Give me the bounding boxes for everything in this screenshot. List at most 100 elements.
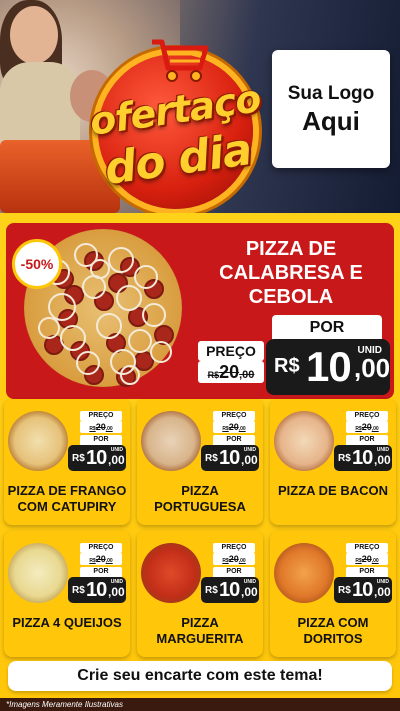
old-price-int: 20 [95, 554, 106, 564]
new-price-int: 10 [86, 447, 107, 469]
new-price: R$ 10,00 UNID [334, 445, 392, 471]
old-price-int: 20 [361, 554, 372, 564]
new-price: R$ 10,00 UNID [334, 577, 392, 603]
pizza-image [8, 543, 68, 603]
old-price-dec: ,00 [105, 558, 113, 564]
old-price: R$20,00 [80, 421, 122, 433]
old-price-int: 20 [228, 422, 239, 432]
product-card-portuguesa[interactable]: PREÇO R$20,00 POR R$ 10,00 UNID PIZZA PORTUGUE… [137, 399, 263, 525]
old-price-int: 20 [219, 362, 240, 382]
new-price-dec: ,00 [374, 453, 391, 467]
new-price-dec: ,00 [108, 453, 125, 467]
old-price: R$20,00 [80, 553, 122, 565]
old-price: R$20,00 [213, 553, 255, 565]
logo-line1: Sua Logo [287, 83, 375, 104]
por-label: POR [346, 435, 388, 445]
new-price-int: 10 [219, 447, 240, 469]
new-price: R$ 10,00 UNID [201, 445, 259, 471]
por-label: POR [213, 435, 255, 445]
featured-old-price: R$20,00 [198, 361, 264, 383]
new-price-dec: ,00 [354, 353, 391, 383]
old-currency: R$ [207, 370, 220, 380]
unit-label: UNID [110, 447, 123, 453]
product-name: PIZZA DE BACON [277, 483, 389, 498]
old-price-int: 20 [228, 554, 239, 564]
por-label: POR [80, 435, 122, 445]
new-currency: R$ [338, 453, 351, 464]
featured-new-price: R$ 10 ,00 UNID [266, 339, 390, 395]
preco-label: PREÇO [80, 411, 122, 421]
old-price: R$20,00 [213, 421, 255, 433]
shopping-cart-icon [152, 39, 209, 82]
por-label: POR [80, 567, 122, 577]
pizza-image [141, 543, 201, 603]
old-price: R$20,00 [346, 421, 388, 433]
new-price-int: 10 [352, 579, 373, 601]
footer-bar: *Imagens Meramente Ilustrativas [0, 698, 400, 711]
product-card-marguerita[interactable]: PREÇO R$20,00 POR R$ 10,00 UNID PIZZA MARGUERI… [137, 531, 263, 657]
pizza-image [8, 411, 68, 471]
product-name: PIZZA PORTUGUESA [154, 483, 246, 514]
por-label: POR [346, 567, 388, 577]
old-price-dec: ,00 [238, 558, 246, 564]
new-price-dec: ,00 [374, 585, 391, 599]
new-price-int: 10 [306, 343, 352, 390]
product-card-frango-catupiry[interactable]: PREÇO R$20,00 POR R$ 10,00 UNID PIZZA DE FRANG… [4, 399, 130, 525]
old-price-dec: ,00 [371, 426, 379, 432]
new-price: R$ 10,00 UNID [201, 577, 259, 603]
new-currency: R$ [72, 453, 85, 464]
unit-label: UNID [376, 447, 389, 453]
preco-label: PREÇO [346, 543, 388, 553]
footer-disclaimer: *Imagens Meramente Ilustrativas [6, 700, 123, 709]
product-name: PIZZA DE FRANGO COM CATUPIRY [7, 483, 127, 514]
featured-title: PIZZA DE CALABRESA E CEBOLA [219, 238, 363, 308]
old-price-int: 20 [361, 422, 372, 432]
new-currency: R$ [205, 585, 218, 596]
new-price-int: 10 [219, 579, 240, 601]
unit-label: UNID [110, 579, 123, 585]
unit-label: UNID [243, 579, 256, 585]
old-price-dec: ,00 [239, 369, 255, 381]
new-price-dec: ,00 [108, 585, 125, 599]
header-banner: ofertaço do dia Sua Logo Aqui [0, 0, 400, 213]
product-name: PIZZA COM DORITOS [297, 615, 369, 646]
ofertaco-badge: ofertaço do dia [78, 26, 268, 213]
featured-preco-label: PREÇO [198, 341, 264, 361]
unit-label: UNID [376, 579, 389, 585]
discount-badge: -50% [12, 239, 62, 289]
new-currency: R$ [205, 453, 218, 464]
new-price-dec: ,00 [241, 585, 258, 599]
new-price-int: 10 [352, 447, 373, 469]
old-price-dec: ,00 [238, 426, 246, 432]
new-currency: R$ [72, 585, 85, 596]
new-currency: R$ [274, 355, 300, 377]
product-name: PIZZA MARGUERITA [156, 615, 244, 646]
logo-line2: Aqui [302, 106, 360, 136]
unit-label: UNID [243, 447, 256, 453]
old-price-dec: ,00 [371, 558, 379, 564]
product-card-doritos[interactable]: PREÇO R$20,00 POR R$ 10,00 UNID PIZZA COM DORI… [270, 531, 396, 657]
featured-por-label: POR [272, 315, 382, 341]
product-name: PIZZA 4 QUEIJOS [12, 615, 122, 630]
preco-label: PREÇO [80, 543, 122, 553]
pizza-image [274, 543, 334, 603]
new-price: R$ 10,00 UNID [68, 445, 126, 471]
preco-label: PREÇO [213, 411, 255, 421]
unit-label: UNID [357, 345, 382, 356]
cta-banner[interactable]: Crie seu encarte com este tema! [8, 661, 392, 691]
product-card-quatro-queijos[interactable]: PREÇO R$20,00 POR R$ 10,00 UNID PIZZA 4 QUEIJO… [4, 531, 130, 657]
new-currency: R$ [338, 585, 351, 596]
new-price: R$ 10,00 UNID [68, 577, 126, 603]
old-price-int: 20 [95, 422, 106, 432]
pizza-image [141, 411, 201, 471]
new-price-int: 10 [86, 579, 107, 601]
logo-placeholder[interactable]: Sua Logo Aqui [272, 50, 390, 168]
product-card-bacon[interactable]: PREÇO R$20,00 POR R$ 10,00 UNID PIZZA DE BACON [270, 399, 396, 525]
preco-label: PREÇO [346, 411, 388, 421]
old-price-dec: ,00 [105, 426, 113, 432]
pizza-image [274, 411, 334, 471]
featured-offer[interactable]: -50% PIZZA DE CALABRESA E CEBOLA PREÇO R… [6, 223, 394, 399]
por-label: POR [213, 567, 255, 577]
offers-area: -50% PIZZA DE CALABRESA E CEBOLA PREÇO R… [0, 213, 400, 698]
new-price-dec: ,00 [241, 453, 258, 467]
